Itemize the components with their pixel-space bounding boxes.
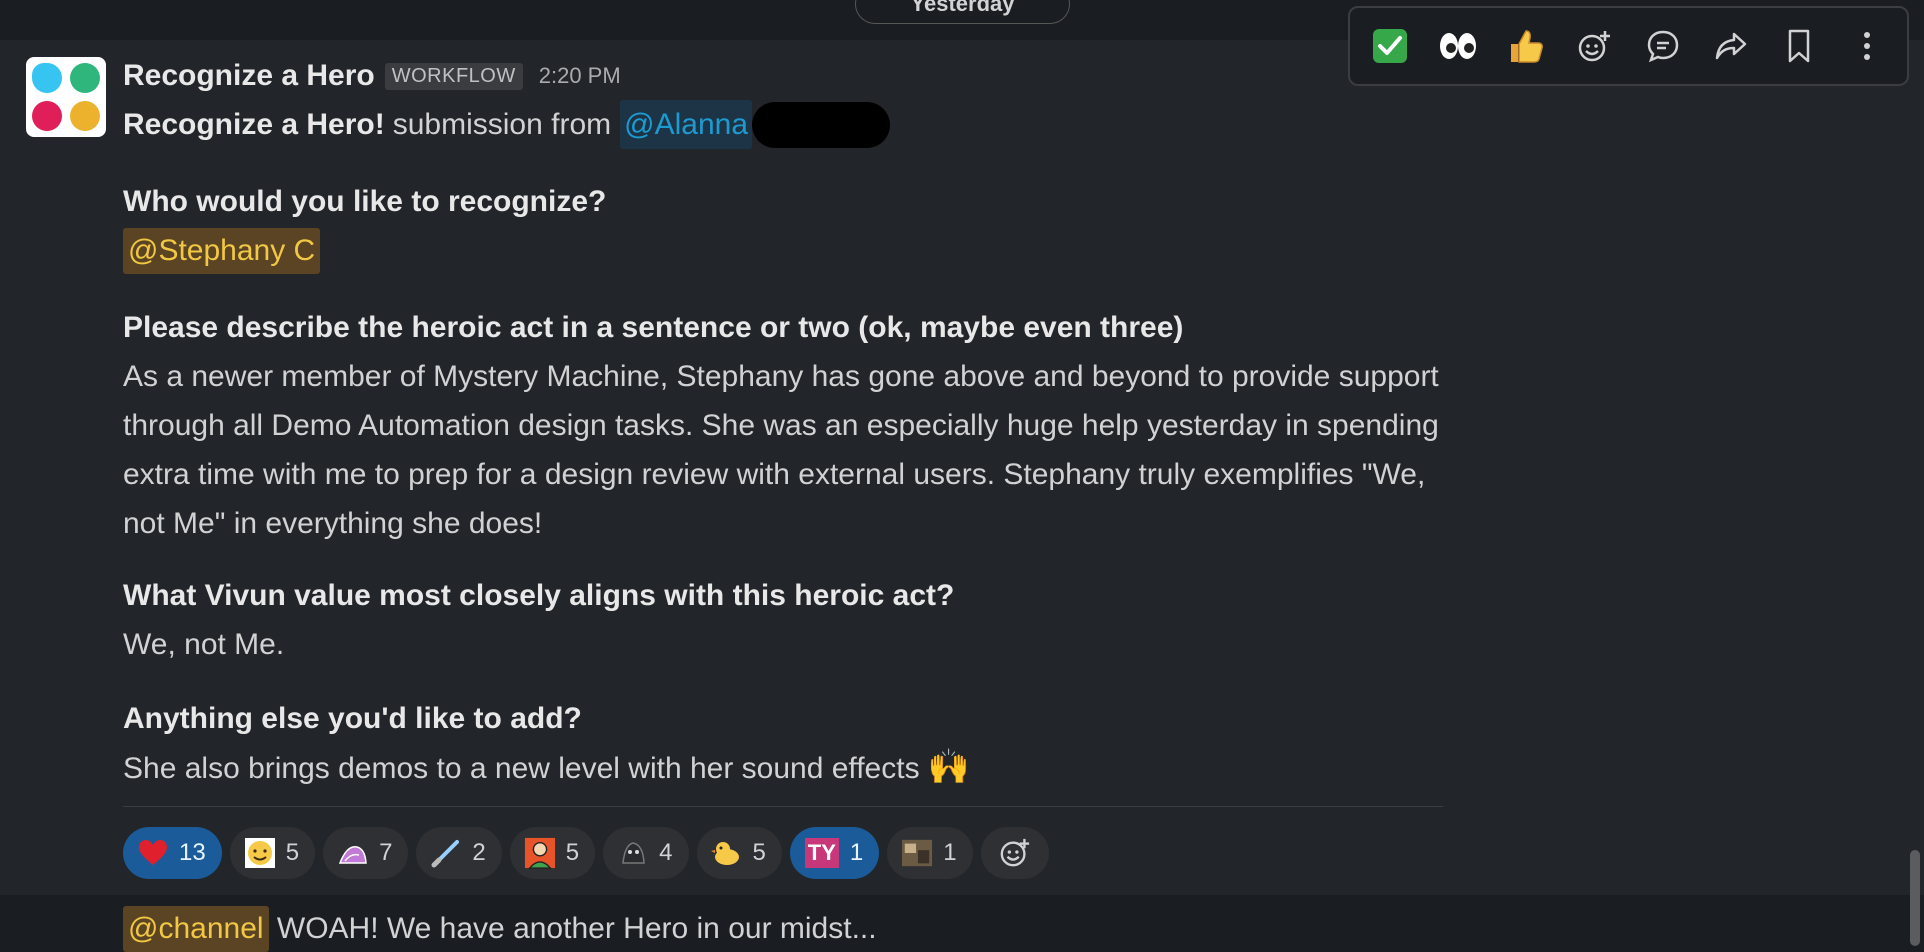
message-header: Recognize a Hero WORKFLOW 2:20 PM (123, 56, 621, 96)
question-block-2: Please describe the heroic act in a sent… (123, 303, 1453, 548)
reaction-count: 13 (179, 839, 206, 866)
next-message-text: WOAH! We have another Hero in our midst.… (276, 912, 877, 945)
ty-badge-icon: TY (804, 837, 840, 869)
question-1: Who would you like to recognize? (123, 185, 607, 218)
message-actions-toolbar (1348, 6, 1909, 86)
answer-4: She also brings demos to a new level wit… (123, 752, 920, 785)
raised-hands-icon: 🙌 (927, 747, 971, 787)
add-reaction-icon (1579, 31, 1611, 62)
question-3: What Vivun value most closely aligns wit… (123, 579, 955, 612)
reaction-count: 5 (565, 839, 580, 866)
eyes-icon (1440, 33, 1477, 59)
reaction-count: 5 (752, 839, 766, 866)
recipient-mention[interactable]: @Stephany C (123, 228, 321, 274)
reaction-ty[interactable]: TY 1 (789, 827, 880, 879)
next-message: @channel WOAH! We have another Hero in o… (123, 906, 877, 952)
bookmark-icon (1788, 29, 1810, 63)
channel-mention[interactable]: @channel (123, 906, 269, 952)
add-reaction-icon (999, 837, 1031, 869)
check-mark-icon (1373, 29, 1408, 63)
question-block-4: Anything else you'd like to add? She als… (123, 694, 1453, 793)
duck-icon (710, 837, 743, 869)
reaction-count: 1 (849, 839, 864, 866)
share-icon (1715, 32, 1746, 60)
reaction-dark[interactable]: 4 (603, 827, 689, 879)
reaction-count: 2 (472, 839, 486, 866)
timestamp[interactable]: 2:20 PM (539, 63, 621, 89)
share-message-button[interactable] (1705, 20, 1757, 72)
reaction-blush[interactable]: 5 (229, 827, 316, 879)
question-block-1: Who would you like to recognize? @Stepha… (123, 177, 1453, 275)
blushing-face-icon (244, 837, 276, 869)
custom-photo-icon (901, 837, 933, 869)
more-vertical-icon (1863, 32, 1870, 60)
reaction-duck[interactable]: 5 (696, 827, 782, 879)
reaction-bar: 13 5 7 2 5 4 5 TY 1 1 (123, 827, 1049, 879)
red-heart-icon (137, 837, 169, 869)
reaction-count: 7 (379, 839, 393, 866)
add-reaction-toolbar-button[interactable] (1568, 20, 1620, 72)
question-2: Please describe the heroic act in a sent… (123, 311, 1184, 344)
more-actions-button[interactable] (1841, 20, 1893, 72)
reaction-count: 5 (285, 839, 300, 866)
scrollbar[interactable] (1910, 850, 1920, 946)
add-reaction-button[interactable] (980, 827, 1049, 879)
custom-dark-icon (617, 837, 649, 869)
answer-2: As a newer member of Mystery Machine, St… (123, 360, 1439, 540)
save-for-later-button[interactable] (1773, 20, 1825, 72)
avatar[interactable] (26, 57, 106, 137)
intro-line: Recognize a Hero! submission from @Alann… (123, 100, 891, 149)
divider (123, 806, 1443, 807)
react-check-mark-button[interactable] (1364, 20, 1416, 72)
workflow-badge: WORKFLOW (384, 62, 523, 90)
custom-character-icon (524, 837, 556, 869)
redaction-mark (752, 101, 891, 148)
answer-3: We, not Me. (123, 628, 285, 661)
reply-thread-icon (1647, 30, 1678, 63)
intro-text: submission from (392, 108, 612, 141)
reaction-heart[interactable]: 13 (123, 827, 222, 879)
reaction-character[interactable]: 5 (509, 827, 596, 879)
sender-name[interactable]: Recognize a Hero (123, 59, 375, 93)
lightsaber-icon (430, 837, 462, 869)
question-block-3: What Vivun value most closely aligns wit… (123, 571, 1453, 669)
day-divider[interactable]: Yesterday (855, 0, 1070, 24)
react-eyes-button[interactable] (1432, 20, 1484, 72)
custom-wave-icon (337, 837, 369, 869)
reaction-wave[interactable]: 7 (323, 827, 409, 879)
reaction-photo[interactable]: 1 (887, 827, 973, 879)
question-4: Anything else you'd like to add? (123, 702, 582, 735)
submitter-mention[interactable]: @Alanna (620, 100, 753, 149)
reaction-count: 1 (943, 839, 957, 866)
reaction-lightsaber[interactable]: 2 (416, 827, 502, 879)
thumbs-up-icon (1511, 30, 1544, 63)
reply-in-thread-button[interactable] (1637, 20, 1689, 72)
intro-bold: Recognize a Hero! (123, 108, 385, 141)
reaction-count: 4 (659, 839, 673, 866)
react-thumbs-up-button[interactable] (1500, 20, 1552, 72)
